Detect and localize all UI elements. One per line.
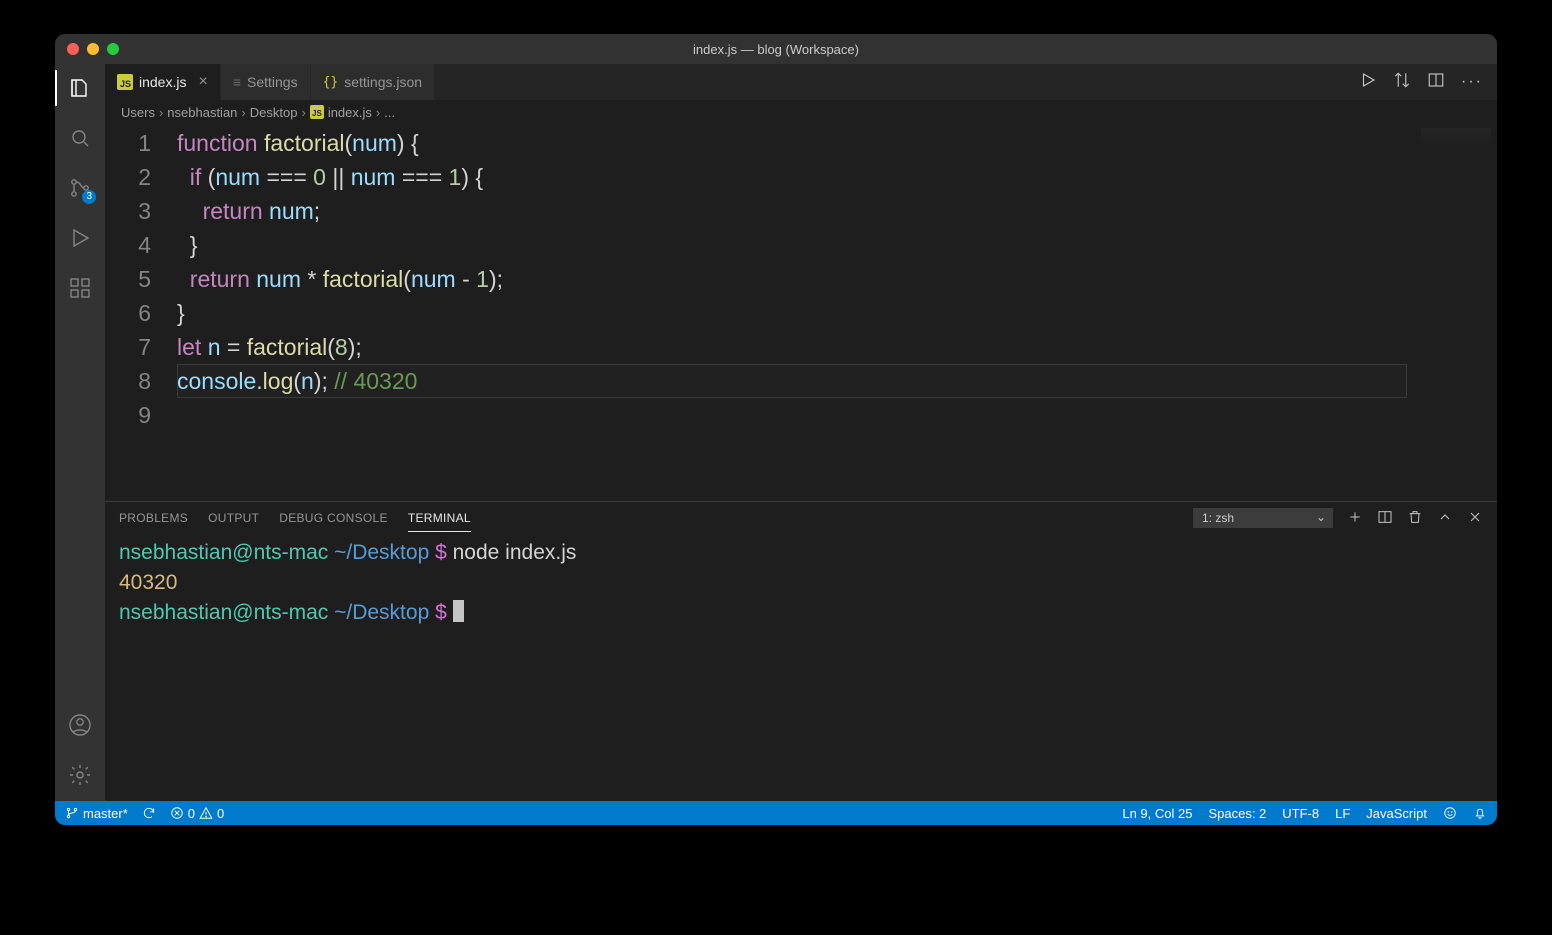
code-line[interactable]: return num * factorial(num - 1); (177, 262, 1407, 296)
line-number: 7 (105, 330, 151, 364)
maximize-panel-icon[interactable] (1437, 509, 1453, 528)
minimize-window-button[interactable] (87, 43, 99, 55)
maximize-window-button[interactable] (107, 43, 119, 55)
new-terminal-icon[interactable] (1347, 509, 1363, 528)
js-file-icon: JS (310, 105, 324, 119)
breadcrumb-segment[interactable]: nsebhastian (167, 105, 237, 120)
terminal[interactable]: nsebhastian@nts-mac ~/Desktop $ node ind… (105, 534, 1497, 801)
code-line[interactable]: console.log(n); // 40320 (177, 364, 1407, 398)
vscode-window: index.js — blog (Workspace) 3 (55, 34, 1497, 825)
code-line[interactable]: } (177, 228, 1407, 262)
tab-label: Settings (247, 74, 298, 90)
line-number: 2 (105, 160, 151, 194)
status-notifications-icon[interactable] (1473, 806, 1487, 820)
code-line[interactable]: let n = factorial(8); (177, 330, 1407, 364)
explorer-icon[interactable] (66, 74, 94, 102)
source-control-icon[interactable]: 3 (66, 174, 94, 202)
status-branch[interactable]: master* (65, 806, 128, 821)
line-number: 8 (105, 364, 151, 398)
editor-actions: ··· (1345, 64, 1497, 100)
body-area: 3 JS index.js × (55, 64, 1497, 801)
accounts-icon[interactable] (66, 711, 94, 739)
line-number: 9 (105, 398, 151, 432)
settings-icon: ≡ (233, 74, 241, 90)
status-sync[interactable] (142, 806, 156, 820)
editor-tabs: JS index.js × ≡ Settings {} settings.jso… (105, 64, 1497, 100)
scm-badge: 3 (82, 190, 96, 204)
code-line[interactable]: if (num === 0 || num === 1) { (177, 160, 1407, 194)
status-cursor-position[interactable]: Ln 9, Col 25 (1122, 806, 1192, 821)
settings-gear-icon[interactable] (66, 761, 94, 789)
breadcrumb-segment[interactable]: Desktop (250, 105, 298, 120)
terminal-picker[interactable]: 1: zsh (1193, 508, 1333, 528)
status-language-mode[interactable]: JavaScript (1366, 806, 1427, 821)
line-number-gutter: 123456789 (105, 124, 177, 501)
terminal-cursor (453, 600, 464, 622)
code-area[interactable]: function factorial(num) { if (num === 0 … (177, 124, 1407, 501)
run-file-icon[interactable] (1359, 71, 1377, 94)
panel-tab-output[interactable]: OUTPUT (208, 505, 259, 531)
tab-index-js[interactable]: JS index.js × (105, 64, 221, 100)
terminal-line: 40320 (119, 568, 1483, 598)
code-line[interactable]: } (177, 296, 1407, 330)
window-controls (55, 43, 119, 55)
editor[interactable]: 123456789 function factorial(num) { if (… (105, 124, 1497, 501)
more-actions-icon[interactable]: ··· (1461, 73, 1483, 91)
panel-tab-debug-console[interactable]: DEBUG CONSOLE (279, 505, 388, 531)
code-line[interactable]: return num; (177, 194, 1407, 228)
tab-label: index.js (139, 74, 186, 90)
panel-tab-terminal[interactable]: TERMINAL (408, 505, 471, 532)
panel-tab-problems[interactable]: PROBLEMS (119, 505, 188, 531)
panel-tabs: PROBLEMS OUTPUT DEBUG CONSOLE TERMINAL 1… (105, 502, 1497, 534)
split-editor-icon[interactable] (1427, 71, 1445, 94)
breadcrumb-file[interactable]: index.js (328, 105, 372, 120)
run-debug-icon[interactable] (66, 224, 94, 252)
line-number: 3 (105, 194, 151, 228)
breadcrumb-segment[interactable]: Users (121, 105, 155, 120)
line-number: 5 (105, 262, 151, 296)
line-number: 4 (105, 228, 151, 262)
line-number: 6 (105, 296, 151, 330)
compare-changes-icon[interactable] (1393, 71, 1411, 94)
tab-settings-json[interactable]: {} settings.json (311, 64, 435, 100)
js-file-icon: JS (117, 74, 133, 90)
window-title: index.js — blog (Workspace) (693, 42, 859, 57)
warning-count: 0 (217, 806, 224, 821)
status-bar: master* 0 0 Ln 9, Col 25 Spaces: 2 UTF-8… (55, 801, 1497, 825)
editor-group: JS index.js × ≡ Settings {} settings.jso… (105, 64, 1497, 801)
status-eol[interactable]: LF (1335, 806, 1350, 821)
extensions-icon[interactable] (66, 274, 94, 302)
json-file-icon: {} (323, 75, 339, 90)
status-encoding[interactable]: UTF-8 (1282, 806, 1319, 821)
status-problems[interactable]: 0 0 (170, 806, 224, 821)
line-number: 1 (105, 126, 151, 160)
branch-label: master* (83, 806, 128, 821)
code-line[interactable]: function factorial(num) { (177, 126, 1407, 160)
tab-close-icon[interactable]: × (198, 74, 207, 90)
kill-terminal-icon[interactable] (1407, 509, 1423, 528)
search-icon[interactable] (66, 124, 94, 152)
terminal-line: nsebhastian@nts-mac ~/Desktop $ node ind… (119, 538, 1483, 568)
breadcrumb[interactable]: Users› nsebhastian› Desktop› JS index.js… (105, 100, 1497, 124)
close-window-button[interactable] (67, 43, 79, 55)
minimap[interactable] (1407, 124, 1497, 501)
status-feedback-icon[interactable] (1443, 806, 1457, 820)
status-indentation[interactable]: Spaces: 2 (1208, 806, 1266, 821)
split-terminal-icon[interactable] (1377, 509, 1393, 528)
tab-label: settings.json (344, 74, 422, 90)
breadcrumb-tail: ... (384, 105, 395, 120)
terminal-line: nsebhastian@nts-mac ~/Desktop $ (119, 598, 1483, 628)
tab-settings[interactable]: ≡ Settings (221, 64, 311, 100)
close-panel-icon[interactable] (1467, 509, 1483, 528)
activity-bar: 3 (55, 64, 105, 801)
bottom-panel: PROBLEMS OUTPUT DEBUG CONSOLE TERMINAL 1… (105, 501, 1497, 801)
error-count: 0 (188, 806, 195, 821)
titlebar: index.js — blog (Workspace) (55, 34, 1497, 64)
